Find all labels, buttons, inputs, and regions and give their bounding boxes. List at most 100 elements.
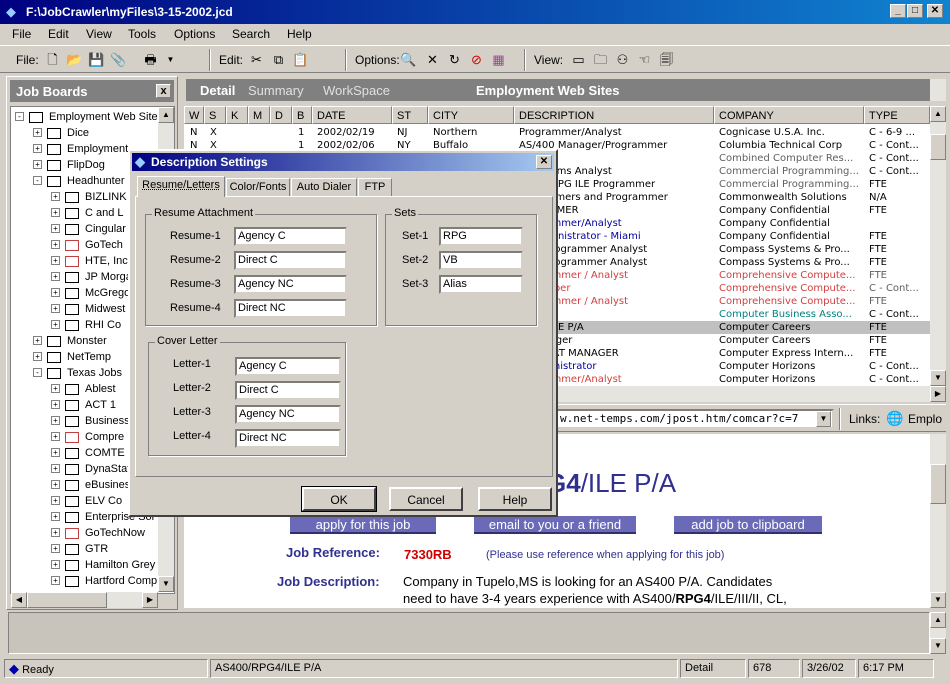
expand-icon[interactable]: + (51, 224, 60, 233)
set-1-input[interactable]: RPG (439, 227, 523, 246)
new-file-icon[interactable]: 🗋 (44, 51, 61, 68)
expand-icon[interactable]: + (51, 416, 60, 425)
tab-color-fonts[interactable]: Color/Fonts (226, 178, 290, 197)
menu-edit[interactable]: Edit (48, 27, 69, 41)
cancel-button[interactable]: Cancel (389, 487, 463, 511)
expand-icon[interactable]: + (51, 208, 60, 217)
resume-2-input[interactable]: Direct C (234, 251, 347, 270)
scroll-up-arrow-icon[interactable]: ▲ (930, 106, 946, 122)
set-2-input[interactable]: VB (439, 251, 523, 270)
scroll-thumb[interactable] (930, 464, 946, 504)
dialog-close-button[interactable]: ✕ (536, 155, 552, 169)
search-icon[interactable]: 🔍 (400, 51, 417, 68)
tab-detail[interactable]: Detail (200, 83, 235, 98)
expand-icon[interactable]: + (51, 512, 60, 521)
tree-item[interactable]: + GoTechNow (11, 525, 171, 541)
scroll-down-arrow-icon[interactable]: ▼ (930, 592, 946, 608)
expand-icon[interactable]: + (51, 560, 60, 569)
close-button[interactable]: ✕ (927, 4, 943, 18)
expand-icon[interactable]: + (51, 480, 60, 489)
copy-icon[interactable]: ⧉ (270, 51, 287, 68)
folder-icon[interactable]: 🗀 (592, 51, 609, 68)
expand-icon[interactable]: + (51, 464, 60, 473)
expand-icon[interactable]: + (33, 160, 42, 169)
column-header[interactable]: CITY (428, 106, 514, 124)
expand-icon[interactable]: + (51, 528, 60, 537)
save-icon[interactable]: 💾 (88, 51, 105, 68)
bottom-scrollbar[interactable]: ▲ ▼ (930, 612, 946, 654)
tools-icon[interactable]: ✕ (424, 51, 441, 68)
resume-3-input[interactable]: Agency NC (234, 275, 347, 294)
column-header[interactable]: COMPANY (714, 106, 864, 124)
expand-icon[interactable]: + (33, 144, 42, 153)
letter-3-input[interactable]: Agency NC (235, 405, 341, 424)
scroll-down-arrow-icon[interactable]: ▼ (158, 576, 174, 592)
expand-icon[interactable]: + (33, 336, 42, 345)
scroll-up-arrow-icon[interactable]: ▲ (158, 107, 174, 123)
menu-options[interactable]: Options (174, 27, 215, 41)
menu-help[interactable]: Help (287, 27, 312, 41)
letter-4-input[interactable]: Direct NC (235, 429, 341, 448)
expand-icon[interactable]: + (51, 288, 60, 297)
resume-4-input[interactable]: Direct NC (234, 299, 347, 318)
expand-icon[interactable]: + (51, 384, 60, 393)
paste-icon[interactable]: 📋 (292, 51, 309, 68)
expand-icon[interactable]: + (51, 432, 60, 441)
menu-file[interactable]: File (12, 27, 31, 41)
refresh-icon[interactable]: ↻ (446, 51, 463, 68)
column-header[interactable]: DESCRIPTION (514, 106, 714, 124)
print-icon[interactable]: 🖶 (142, 51, 159, 68)
url-dropdown-icon[interactable]: ▼ (816, 411, 831, 427)
notes-icon[interactable]: 🗐 (658, 51, 675, 68)
window-icon[interactable]: ▭ (570, 51, 587, 68)
collapse-icon[interactable]: - (33, 176, 42, 185)
expand-icon[interactable]: + (51, 256, 60, 265)
links-item[interactable]: Emplo (908, 412, 942, 426)
clipboard-button[interactable]: add job to clipboard (674, 516, 822, 534)
email-button[interactable]: email to you or a friend (474, 516, 636, 534)
color-grid-icon[interactable]: ▦ (490, 51, 507, 68)
letter-1-input[interactable]: Agency C (235, 357, 341, 376)
print-dropdown-icon[interactable]: ▼ (162, 51, 179, 68)
tree-item[interactable]: + Hartford Comp (11, 573, 171, 589)
column-header[interactable]: K (226, 106, 248, 124)
column-header[interactable]: DATE (312, 106, 392, 124)
expand-icon[interactable]: + (33, 352, 42, 361)
binoculars-icon[interactable]: ⚇ (614, 51, 631, 68)
scroll-thumb[interactable] (930, 134, 946, 160)
expand-icon[interactable]: + (51, 272, 60, 281)
tree-item[interactable]: + GTR (11, 541, 171, 557)
scroll-thumb[interactable] (27, 592, 107, 608)
column-header[interactable]: D (270, 106, 292, 124)
collapse-icon[interactable]: - (15, 112, 24, 121)
tab-workspace[interactable]: WorkSpace (323, 83, 390, 98)
expand-icon[interactable]: + (51, 400, 60, 409)
menu-view[interactable]: View (86, 27, 112, 41)
menu-search[interactable]: Search (232, 27, 270, 41)
table-row[interactable]: N X 1 2002/02/19 NJ Northern Programmer/Analys… (184, 126, 930, 139)
column-header[interactable]: S (204, 106, 226, 124)
tree-item[interactable]: + Dice (11, 125, 171, 141)
minimize-button[interactable]: _ (890, 4, 906, 18)
expand-icon[interactable]: + (51, 576, 60, 585)
expand-icon[interactable]: + (51, 240, 60, 249)
expand-icon[interactable]: + (51, 320, 60, 329)
resume-1-input[interactable]: Agency C (234, 227, 347, 246)
tab-ftp[interactable]: FTP (358, 178, 392, 197)
grid-vertical-scrollbar[interactable]: ▲ ▼ (930, 106, 946, 386)
disconnect-icon[interactable]: ⊘ (468, 51, 485, 68)
tree-root[interactable]: - Employment Web Sites (11, 109, 171, 125)
scroll-right-arrow-icon[interactable]: ▶ (930, 386, 946, 402)
scroll-left-arrow-icon[interactable]: ◀ (11, 592, 27, 608)
column-header[interactable]: B (292, 106, 312, 124)
expand-icon[interactable]: + (51, 192, 60, 201)
tab-summary[interactable]: Summary (248, 83, 304, 98)
tree-horizontal-scrollbar[interactable]: ◀ ▶ (11, 592, 158, 608)
letter-2-input[interactable]: Direct C (235, 381, 341, 400)
expand-icon[interactable]: + (51, 448, 60, 457)
tree-item[interactable]: + Hamilton Grey (11, 557, 171, 573)
apply-button[interactable]: apply for this job (290, 516, 436, 534)
collapse-icon[interactable]: - (33, 368, 42, 377)
expand-icon[interactable]: + (33, 128, 42, 137)
scroll-down-arrow-icon[interactable]: ▼ (930, 638, 946, 654)
